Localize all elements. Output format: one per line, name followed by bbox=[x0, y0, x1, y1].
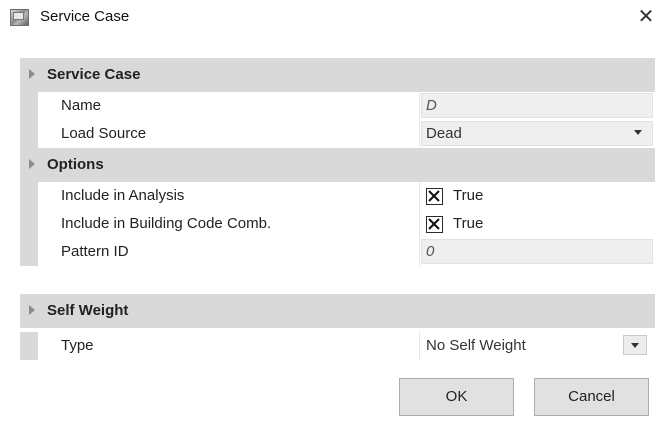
ok-button[interactable]: OK bbox=[399, 378, 514, 416]
row-gutter bbox=[20, 332, 38, 360]
property-label: Include in Building Code Comb. bbox=[61, 215, 272, 232]
category-label: Options bbox=[47, 156, 104, 173]
property-row-include-code-comb: Include in Building Code Comb. True bbox=[20, 210, 655, 238]
category-options[interactable]: Options bbox=[20, 148, 655, 182]
property-row-type: Type No Self Weight bbox=[20, 332, 655, 360]
column-divider bbox=[419, 238, 420, 266]
property-row-load-source: Load Source Dead bbox=[20, 120, 655, 148]
row-gutter bbox=[20, 210, 38, 238]
include-analysis-checkbox[interactable] bbox=[426, 188, 443, 205]
checkbox-x-icon bbox=[428, 190, 440, 202]
column-divider bbox=[419, 92, 420, 120]
dropdown-arrow-icon[interactable] bbox=[628, 123, 648, 143]
load-source-value: Dead bbox=[426, 125, 462, 142]
expand-triangle-icon[interactable] bbox=[29, 159, 35, 169]
close-icon[interactable]: ✕ bbox=[634, 5, 658, 29]
property-label: Load Source bbox=[61, 125, 147, 142]
column-divider bbox=[419, 120, 420, 148]
checkbox-label: True bbox=[453, 187, 484, 204]
row-gutter bbox=[20, 182, 38, 210]
property-label: Name bbox=[61, 97, 102, 114]
property-row-include-analysis: Include in Analysis True bbox=[20, 182, 655, 210]
app-icon bbox=[10, 9, 29, 26]
pattern-id-value: 0 bbox=[426, 243, 435, 260]
checkbox-label: True bbox=[453, 215, 484, 232]
name-field[interactable] bbox=[421, 93, 653, 118]
property-grid: Service Case Name D Load Source Dead Opt… bbox=[20, 58, 655, 362]
include-code-comb-checkbox[interactable] bbox=[426, 216, 443, 233]
column-divider bbox=[419, 332, 420, 360]
category-service-case[interactable]: Service Case bbox=[20, 58, 655, 92]
property-row-name: Name D bbox=[20, 92, 655, 120]
category-label: Self Weight bbox=[47, 302, 129, 319]
title-bar: Service Case ✕ bbox=[0, 0, 667, 40]
pattern-id-field[interactable] bbox=[421, 239, 653, 264]
name-value: D bbox=[426, 97, 437, 114]
row-gutter bbox=[20, 120, 38, 148]
property-row-pattern-id: Pattern ID 0 bbox=[20, 238, 655, 266]
expand-triangle-icon[interactable] bbox=[29, 305, 35, 315]
type-value[interactable]: No Self Weight bbox=[426, 337, 526, 354]
row-gutter bbox=[20, 238, 38, 266]
window-title: Service Case bbox=[40, 8, 130, 25]
checkbox-x-icon bbox=[428, 218, 440, 230]
row-gutter bbox=[20, 92, 38, 120]
dropdown-arrow-icon[interactable] bbox=[623, 335, 647, 355]
column-divider bbox=[419, 182, 420, 210]
property-label: Pattern ID bbox=[61, 243, 129, 260]
category-label: Service Case bbox=[47, 66, 141, 83]
category-self-weight[interactable]: Self Weight bbox=[20, 294, 655, 328]
expand-triangle-icon[interactable] bbox=[29, 69, 35, 79]
property-label: Include in Analysis bbox=[61, 187, 185, 204]
column-divider bbox=[419, 210, 420, 238]
property-label: Type bbox=[61, 337, 94, 354]
cancel-button[interactable]: Cancel bbox=[534, 378, 649, 416]
